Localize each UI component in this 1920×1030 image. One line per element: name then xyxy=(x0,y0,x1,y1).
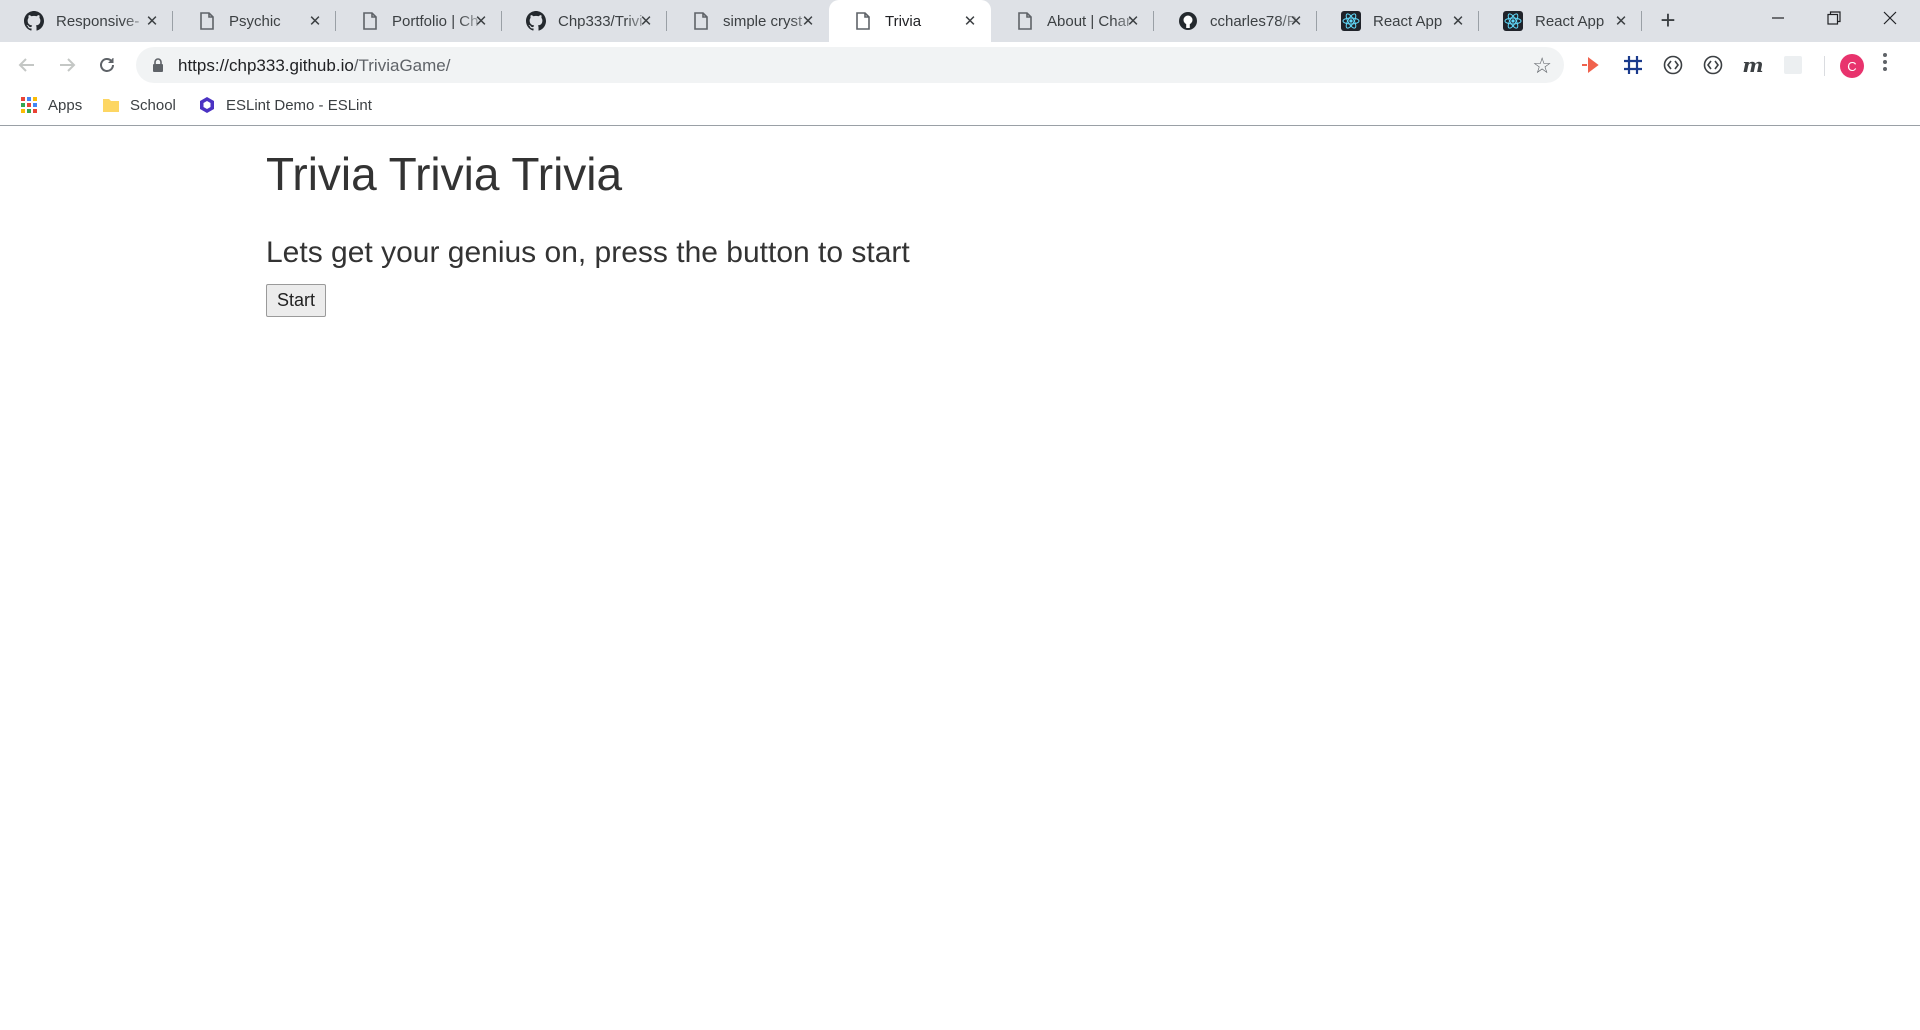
github-icon xyxy=(526,11,546,31)
url-host: https://chp333.github.io xyxy=(178,56,354,75)
intro-text: Lets get your genius on, press the butto… xyxy=(266,236,910,269)
bookmark-apps[interactable]: Apps xyxy=(20,96,82,114)
close-icon[interactable]: ✕ xyxy=(799,12,817,30)
page-title: Trivia Trivia Trivia xyxy=(266,148,623,200)
extension-icon[interactable] xyxy=(1578,52,1604,78)
page-icon xyxy=(691,11,711,31)
code-extension-icon[interactable] xyxy=(1660,52,1686,78)
menu-icon[interactable] xyxy=(1882,52,1888,78)
close-icon[interactable]: ✕ xyxy=(1287,12,1305,30)
arrow-left-icon xyxy=(18,58,34,72)
close-icon[interactable]: ✕ xyxy=(961,12,979,30)
url-text[interactable]: https://chp333.github.io/TriviaGame/ xyxy=(178,56,450,76)
folder-icon xyxy=(103,99,119,112)
reload-button[interactable] xyxy=(92,50,122,80)
toolbar-divider xyxy=(1824,56,1825,76)
page-icon xyxy=(1015,11,1035,31)
minimize-icon xyxy=(1772,17,1784,19)
bookmark-star-icon[interactable]: ☆ xyxy=(1532,53,1552,79)
github-icon xyxy=(1178,11,1198,31)
bookmark-eslint[interactable]: ESLint Demo - ESLint xyxy=(198,96,372,114)
bookmarks-bar: Apps School ESLint Demo - ESLint xyxy=(0,88,1920,126)
react-icon xyxy=(1503,11,1523,31)
close-icon[interactable]: ✕ xyxy=(1124,12,1142,30)
close-icon[interactable]: ✕ xyxy=(143,12,161,30)
page-icon xyxy=(853,11,873,31)
address-bar[interactable]: https://chp333.github.io/TriviaGame/ ☆ xyxy=(136,47,1564,83)
start-button[interactable]: Start xyxy=(266,284,327,317)
apps-grid-icon xyxy=(21,97,37,113)
bookmark-label: ESLint Demo - ESLint xyxy=(226,96,372,114)
tab-title: Responsive- xyxy=(56,12,140,30)
browser-tab[interactable]: React App ✕ xyxy=(1317,0,1479,42)
close-icon[interactable]: ✕ xyxy=(1612,12,1630,30)
browser-tab-active[interactable]: Trivia ✕ xyxy=(829,0,991,42)
browser-tab[interactable]: ccharles78/P ✕ xyxy=(1154,0,1317,42)
browser-tab[interactable]: React App ✕ xyxy=(1479,0,1642,42)
browser-tab[interactable]: Chp333/Trivi ✕ xyxy=(502,0,667,42)
profile-avatar[interactable]: C xyxy=(1840,54,1864,78)
back-button[interactable] xyxy=(12,50,42,80)
bookmark-school[interactable]: School xyxy=(102,96,176,114)
browser-tab[interactable]: About | Char ✕ xyxy=(991,0,1154,42)
restore-icon xyxy=(1827,11,1841,25)
restore-button[interactable] xyxy=(1806,0,1862,36)
close-icon[interactable]: ✕ xyxy=(306,12,324,30)
arrow-right-icon xyxy=(60,58,76,72)
page-icon xyxy=(197,11,217,31)
close-icon[interactable]: ✕ xyxy=(1449,12,1467,30)
grid-extension-icon[interactable] xyxy=(1620,52,1646,78)
m-extension-icon[interactable]: m xyxy=(1740,52,1766,78)
close-icon[interactable]: ✕ xyxy=(637,12,655,30)
close-window-button[interactable] xyxy=(1862,0,1918,36)
eslint-icon xyxy=(200,97,214,113)
minimize-button[interactable] xyxy=(1750,0,1806,36)
reload-icon xyxy=(100,58,114,72)
browser-tab[interactable]: Psychic ✕ xyxy=(173,0,336,42)
close-icon xyxy=(1883,11,1897,25)
browser-toolbar: https://chp333.github.io/TriviaGame/ ☆ m… xyxy=(0,42,1920,88)
bookmark-label: School xyxy=(130,96,176,114)
close-icon[interactable]: ✕ xyxy=(472,12,490,30)
github-icon xyxy=(24,11,44,31)
browser-tab[interactable]: Responsive- ✕ xyxy=(0,0,173,42)
browser-tab[interactable]: Portfolio | Ch ✕ xyxy=(336,0,502,42)
new-tab-button[interactable]: + xyxy=(1654,7,1682,35)
page-icon xyxy=(360,11,380,31)
bookmark-label: Apps xyxy=(48,96,83,114)
browser-tab[interactable]: simple cryst ✕ xyxy=(667,0,829,42)
blank-extension-icon[interactable] xyxy=(1780,52,1806,78)
forward-button[interactable] xyxy=(52,50,82,80)
url-path: /TriviaGame/ xyxy=(353,56,451,75)
code-extension-icon[interactable] xyxy=(1700,52,1726,78)
page-content: Trivia Trivia Trivia Lets get your geniu… xyxy=(0,127,1920,1030)
lock-icon xyxy=(153,58,163,72)
react-icon xyxy=(1341,11,1361,31)
tab-strip: Responsive- ✕ Psychic ✕ Portfolio | Ch ✕… xyxy=(0,0,1920,42)
